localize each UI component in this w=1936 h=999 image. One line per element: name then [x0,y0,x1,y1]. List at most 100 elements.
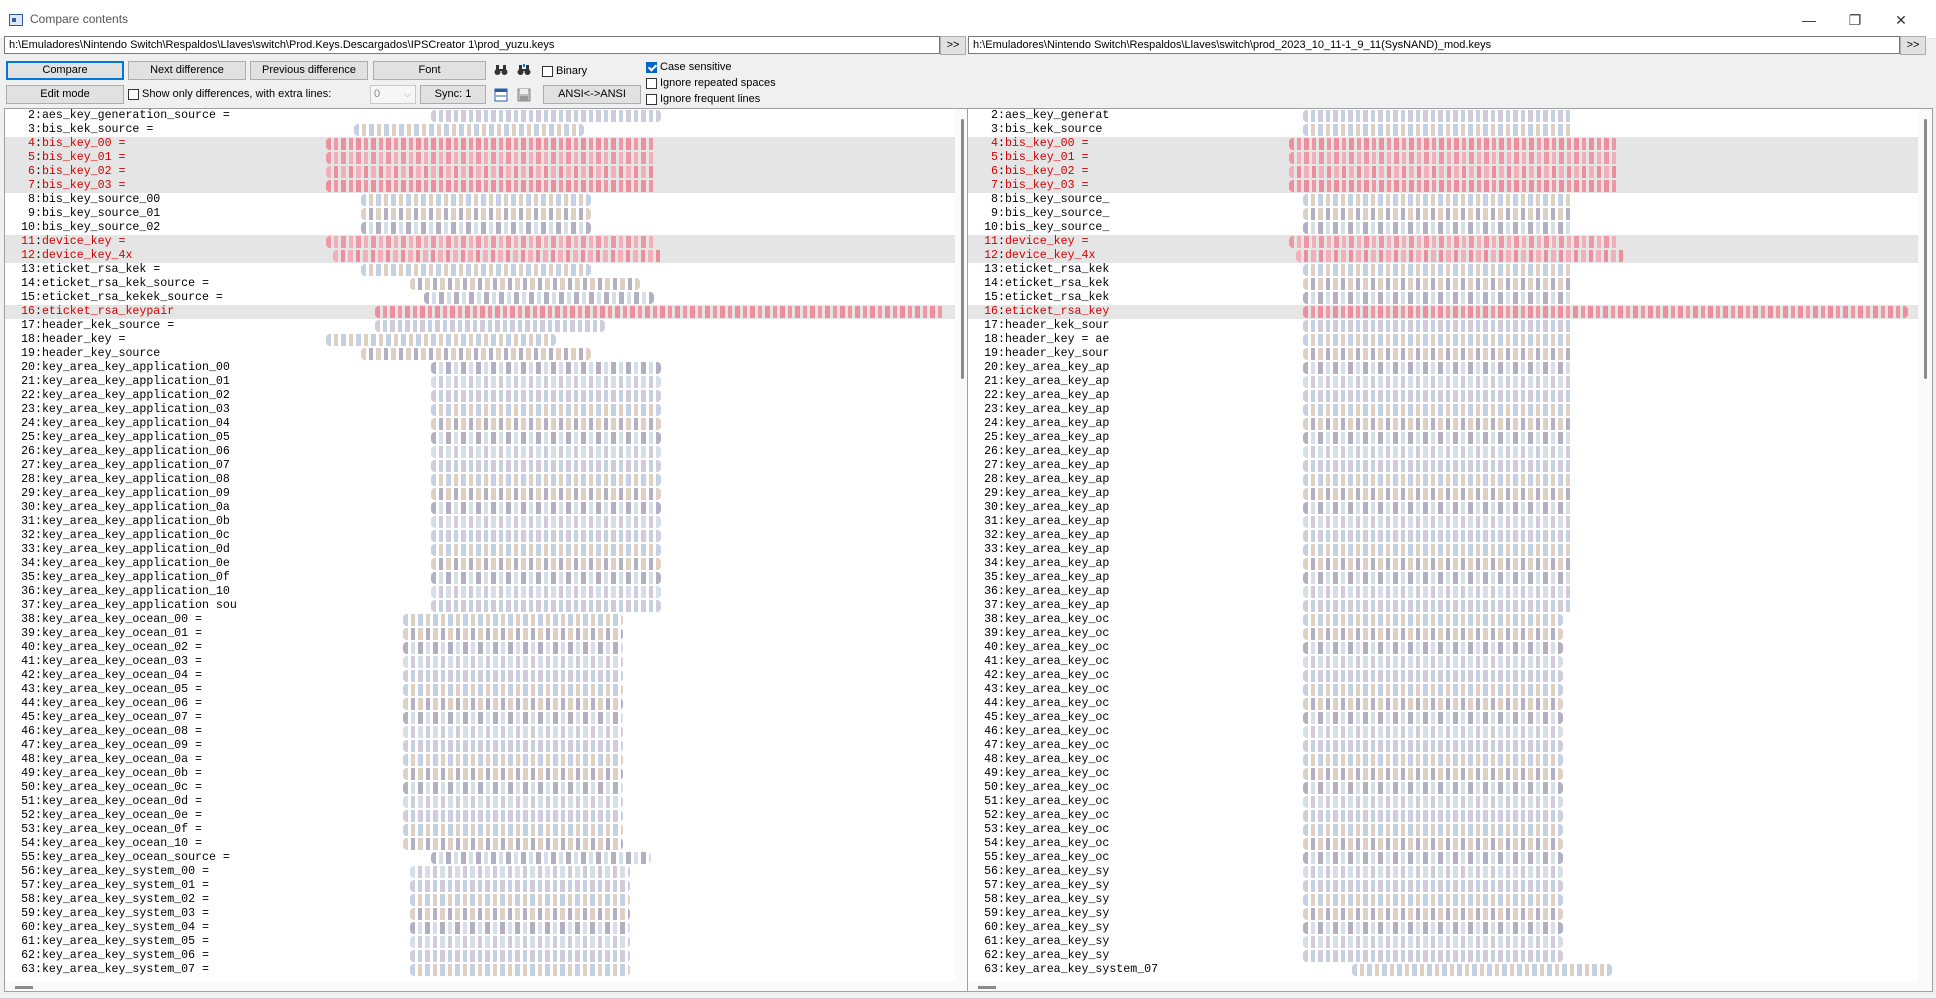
left-diff-line[interactable]: 36:key_area_key_application_10 [5,585,955,599]
ignore-frequent-lines-checkbox-box[interactable] [646,93,657,105]
left-diff-line[interactable]: 14:eticket_rsa_kek_source = [5,277,955,291]
right-diff-line[interactable]: 61:key_area_key_sy [968,935,1918,949]
previous-difference-button[interactable]: Previous difference [250,61,368,80]
right-diff-line[interactable]: 43:key_area_key_oc [968,683,1918,697]
right-diff-line[interactable]: 13:eticket_rsa_kek [968,263,1918,277]
left-diff-line[interactable]: 56:key_area_key_system_00 = [5,865,955,879]
right-diff-line[interactable]: 8:bis_key_source_ [968,193,1918,207]
left-diff-line[interactable]: 6:bis_key_02 = [5,165,955,179]
left-diff-line[interactable]: 13:eticket_rsa_kek = [5,263,955,277]
extra-lines-select[interactable]: 0 ⌵ [370,85,416,104]
right-diff-line[interactable]: 11:device_key = [968,235,1918,249]
right-diff-line[interactable]: 28:key_area_key_ap [968,473,1918,487]
right-hscroll-thumb[interactable] [978,986,996,989]
ignore-repeated-spaces-checkbox[interactable]: Ignore repeated spaces [646,77,776,89]
left-diff-line[interactable]: 34:key_area_key_application_0e [5,557,955,571]
left-diff-line[interactable]: 4:bis_key_00 = [5,137,955,151]
left-diff-line[interactable]: 51:key_area_key_ocean_0d = [5,795,955,809]
left-horizontal-scrollbar[interactable] [5,981,969,991]
left-diff-line[interactable]: 49:key_area_key_ocean_0b = [5,767,955,781]
right-diff-line[interactable]: 46:key_area_key_oc [968,725,1918,739]
left-scroll-thumb[interactable] [961,119,964,379]
left-path-field[interactable]: h:\Emuladores\Nintendo Switch\Respaldos\… [4,36,940,54]
left-diff-line[interactable]: 42:key_area_key_ocean_04 = [5,669,955,683]
right-diff-line[interactable]: 50:key_area_key_oc [968,781,1918,795]
left-diff-line[interactable]: 43:key_area_key_ocean_05 = [5,683,955,697]
right-diff-line[interactable]: 14:eticket_rsa_kek [968,277,1918,291]
right-diff-line[interactable]: 39:key_area_key_oc [968,627,1918,641]
right-diff-line[interactable]: 32:key_area_key_ap [968,529,1918,543]
right-diff-line[interactable]: 18:header_key = ae [968,333,1918,347]
left-diff-line[interactable]: 20:key_area_key_application_00 [5,361,955,375]
right-diff-line[interactable]: 53:key_area_key_oc [968,823,1918,837]
right-diff-line[interactable]: 15:eticket_rsa_kek [968,291,1918,305]
right-diff-line[interactable]: 23:key_area_key_ap [968,403,1918,417]
minimize-button[interactable]: — [1786,6,1832,34]
left-diff-line[interactable]: 47:key_area_key_ocean_09 = [5,739,955,753]
left-diff-line[interactable]: 11:device_key = [5,235,955,249]
right-diff-line[interactable]: 30:key_area_key_ap [968,501,1918,515]
right-diff-line[interactable]: 29:key_area_key_ap [968,487,1918,501]
right-diff-line[interactable]: 7:bis_key_03 = [968,179,1918,193]
right-diff-line[interactable]: 48:key_area_key_oc [968,753,1918,767]
font-button[interactable]: Font [373,61,486,80]
ignore-repeated-spaces-checkbox-box[interactable] [646,77,657,89]
right-diff-line[interactable]: 26:key_area_key_ap [968,445,1918,459]
right-compare-pane[interactable]: 2:aes_key_generat 3:bis_kek_source 4:bis_… [967,108,1933,992]
right-scroll-thumb[interactable] [1924,119,1927,379]
right-vertical-scrollbar[interactable] [1918,109,1932,991]
right-path-field[interactable]: h:\Emuladores\Nintendo Switch\Respaldos\… [968,36,1900,54]
right-diff-line[interactable]: 44:key_area_key_oc [968,697,1918,711]
right-diff-line[interactable]: 58:key_area_key_sy [968,893,1918,907]
close-button[interactable]: ✕ [1878,6,1924,34]
binary-checkbox-box[interactable] [542,65,553,77]
right-diff-line[interactable]: 42:key_area_key_oc [968,669,1918,683]
right-diff-line[interactable]: 31:key_area_key_ap [968,515,1918,529]
right-diff-line[interactable]: 62:key_area_key_sy [968,949,1918,963]
right-browse-button[interactable]: >> [1900,36,1926,55]
right-diff-line[interactable]: 56:key_area_key_sy [968,865,1918,879]
left-diff-line[interactable]: 54:key_area_key_ocean_10 = [5,837,955,851]
left-diff-line[interactable]: 62:key_area_key_system_06 = [5,949,955,963]
left-diff-line[interactable]: 57:key_area_key_system_01 = [5,879,955,893]
show-only-differences-checkbox[interactable]: Show only differences, with extra lines: [128,88,331,100]
left-diff-line[interactable]: 26:key_area_key_application_06 [5,445,955,459]
left-diff-line[interactable]: 45:key_area_key_ocean_07 = [5,711,955,725]
right-diff-line[interactable]: 9:bis_key_source_ [968,207,1918,221]
left-diff-line[interactable]: 60:key_area_key_system_04 = [5,921,955,935]
save-icon[interactable] [515,85,533,104]
left-diff-line[interactable]: 35:key_area_key_application_0f [5,571,955,585]
left-diff-line[interactable]: 7:bis_key_03 = [5,179,955,193]
left-diff-line[interactable]: 12:device_key_4x [5,249,955,263]
left-diff-line[interactable]: 3:bis_kek_source = [5,123,955,137]
right-diff-line[interactable]: 47:key_area_key_oc [968,739,1918,753]
left-diff-line[interactable]: 32:key_area_key_application_0c [5,529,955,543]
ignore-frequent-lines-checkbox[interactable]: Ignore frequent lines [646,93,760,105]
left-diff-line[interactable]: 40:key_area_key_ocean_02 = [5,641,955,655]
compare-button[interactable]: Compare [6,61,124,80]
right-diff-line[interactable]: 55:key_area_key_oc [968,851,1918,865]
right-diff-line[interactable]: 22:key_area_key_ap [968,389,1918,403]
left-diff-line[interactable]: 16:eticket_rsa_keypair [5,305,955,319]
right-diff-line[interactable]: 16:eticket_rsa_key [968,305,1918,319]
left-diff-line[interactable]: 50:key_area_key_ocean_0c = [5,781,955,795]
binary-checkbox[interactable]: Binary [542,65,587,77]
left-diff-line[interactable]: 55:key_area_key_ocean_source = [5,851,955,865]
edit-mode-button[interactable]: Edit mode [6,85,124,104]
left-diff-line[interactable]: 27:key_area_key_application_07 [5,459,955,473]
left-diff-line[interactable]: 2:aes_key_generation_source = [5,109,955,123]
right-diff-line[interactable]: 5:bis_key_01 = [968,151,1918,165]
left-diff-line[interactable]: 29:key_area_key_application_09 [5,487,955,501]
right-diff-line[interactable]: 41:key_area_key_oc [968,655,1918,669]
left-diff-line[interactable]: 52:key_area_key_ocean_0e = [5,809,955,823]
right-horizontal-scrollbar[interactable] [968,981,1932,991]
right-diff-line[interactable]: 6:bis_key_02 = [968,165,1918,179]
right-diff-line[interactable]: 36:key_area_key_ap [968,585,1918,599]
encoding-button[interactable]: ANSI<->ANSI [543,85,641,104]
case-sensitive-checkbox[interactable]: Case sensitive [646,61,732,73]
right-diff-line[interactable]: 33:key_area_key_ap [968,543,1918,557]
right-diff-line[interactable]: 54:key_area_key_oc [968,837,1918,851]
left-diff-line[interactable]: 17:header_kek_source = [5,319,955,333]
show-only-differences-checkbox-box[interactable] [128,88,139,100]
right-diff-line[interactable]: 20:key_area_key_ap [968,361,1918,375]
